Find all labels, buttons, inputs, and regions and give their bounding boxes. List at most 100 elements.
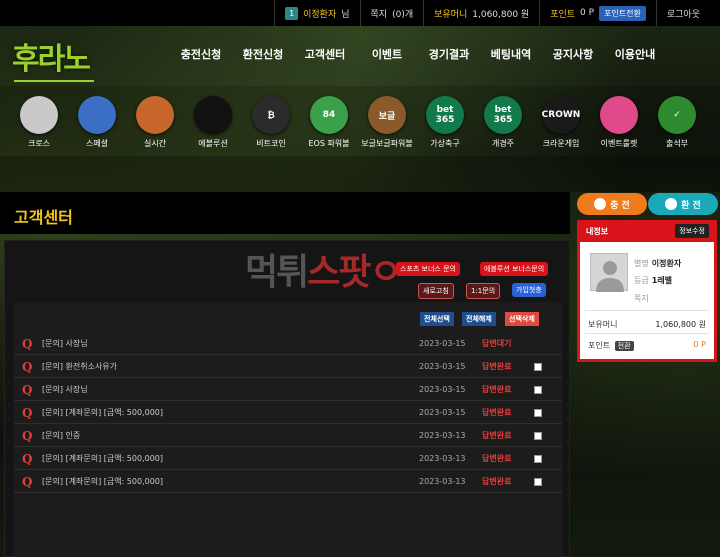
game-item[interactable]: 보글 보글보글파워볼 [361, 96, 413, 149]
soccer-ball-icon [78, 96, 116, 134]
row-subject[interactable]: [문의] [계좌문의] [금액: 500,000] [42, 407, 163, 418]
nickname-row: 별명 이정환자 [634, 258, 681, 269]
question-icon: Q [22, 336, 33, 351]
table-row[interactable]: Q [문의] [계좌문의] [금액: 500,000] 2023-03-15 답변완료 [14, 402, 562, 424]
row-subject[interactable]: [문의] 사장님 [42, 338, 88, 349]
my-info-title: 내정보 [586, 227, 609, 236]
charge-tab[interactable]: 충 전 [577, 193, 647, 215]
question-icon: Q [22, 428, 33, 443]
row-status: 답변완료 [482, 362, 512, 371]
refresh-button[interactable]: 새로고침 [418, 283, 454, 299]
nav-guide[interactable]: 이용안내 [604, 46, 666, 62]
game-label: 가상축구 [430, 139, 460, 148]
question-icon: Q [22, 474, 33, 489]
table-row[interactable]: Q [문의] 환전취소사유가 2023-03-15 답변완료 [14, 356, 562, 378]
sports-bonus-button[interactable]: 스포츠 보너스 문의 [396, 262, 460, 276]
row-checkbox[interactable] [534, 454, 542, 463]
row-status: 답변완료 [482, 385, 512, 394]
game-item[interactable]: 이벤트룰렛 [593, 96, 645, 149]
side-note-label: 쪽지 [634, 294, 649, 303]
note-link[interactable]: 쪽지 (0)개 [359, 0, 424, 26]
row-subject[interactable]: [문의] [계좌문의] [금액: 500,000] [42, 476, 163, 487]
calendar-check-icon: ✓ [658, 96, 696, 134]
point-value: 0 P [580, 8, 595, 18]
exchange-tab-label: 환 전 [681, 200, 701, 211]
nav-results[interactable]: 경기결과 [418, 46, 480, 62]
evolution-bonus-button[interactable]: 에볼루션 보너스문의 [480, 262, 549, 276]
game-item[interactable]: bet 365 가상축구 [419, 96, 471, 149]
nav-exchange[interactable]: 환전신청 [232, 46, 294, 62]
question-icon: Q [22, 359, 33, 374]
side-point-label: 포인트 [588, 341, 611, 350]
avatar [590, 253, 628, 292]
divider [585, 310, 709, 311]
row-status: 답변완료 [482, 408, 512, 417]
game-item[interactable]: 84 EOS 파워볼 [303, 96, 355, 149]
point-convert-button[interactable]: 포인트전환 [599, 5, 646, 21]
game-label: 에볼루션 [198, 139, 228, 148]
game-item[interactable]: 스페셜 [71, 96, 123, 149]
money-display: 보유머니 1,060,800 원 [423, 0, 539, 26]
game-item[interactable]: 실시간 [129, 96, 181, 149]
game-item[interactable]: ✓ 출석부 [651, 96, 703, 149]
point-display: 포인트 0 P 포인트전환 [539, 0, 656, 26]
user-silhouette-icon [596, 261, 624, 292]
my-info-header: 내정보 정보수정 [580, 220, 714, 242]
table-row[interactable]: Q [문의] [계좌문의] [금액: 500,000] 2023-03-13 답변완료 [14, 471, 562, 493]
watermark-logo: 먹튀스팟ㅇ [245, 243, 403, 295]
side-point-value: 0 P [693, 340, 706, 349]
exchange-tab[interactable]: 환 전 [648, 193, 718, 215]
row-checkbox[interactable] [534, 362, 542, 371]
row-subject[interactable]: [문의] [계좌문의] [금액: 500,000] [42, 453, 163, 464]
site-logo[interactable]: 후라노 [12, 34, 91, 78]
user-suffix: 님 [341, 9, 350, 20]
game-item[interactable]: 크로스 [13, 96, 65, 149]
nav-bet-history[interactable]: 베팅내역 [480, 46, 542, 62]
side-point-convert-button[interactable]: 전환 [614, 341, 634, 351]
powerball-84-icon: 84 [310, 96, 348, 134]
nav-charge[interactable]: 충전신청 [170, 46, 232, 62]
row-checkbox[interactable] [534, 477, 542, 486]
row-subject[interactable]: [문의] 사장님 [42, 384, 88, 395]
nav-event[interactable]: 이벤트 [356, 46, 418, 62]
delete-selected-button[interactable]: 선택삭제 [505, 312, 539, 326]
table-row[interactable]: Q [문의] 인증 2023-03-13 답변완료 [14, 425, 562, 447]
game-label: 이벤트룰렛 [600, 139, 638, 148]
game-item[interactable]: bet 365 개경주 [477, 96, 529, 149]
deselect-all-button[interactable]: 전체해제 [462, 312, 496, 326]
money-label: 보유머니 [434, 9, 468, 20]
charge-tab-label: 충 전 [610, 200, 630, 211]
basketball-icon [136, 96, 174, 134]
side-money-value: 1,060,800 원 [655, 320, 706, 329]
watermark-part1: 먹튀 [245, 252, 309, 293]
row-checkbox[interactable] [534, 408, 542, 417]
row-subject[interactable]: [문의] 환전취소사유가 [42, 361, 117, 372]
side-note-link[interactable]: 쪽지 [634, 293, 649, 304]
select-all-button[interactable]: 전체선택 [420, 312, 454, 326]
table-row[interactable]: Q [문의] 사장님 2023-03-15 답변대기 [14, 333, 562, 355]
game-item[interactable]: CROWN 크라운게임 [535, 96, 587, 149]
logout-link[interactable]: 로그아웃 [655, 0, 710, 26]
main-nav: 충전신청 환전신청 고객센터 이벤트 경기결과 베팅내역 공지사항 이용안내 [170, 46, 666, 62]
nav-notice[interactable]: 공지사항 [542, 46, 604, 62]
game-label: 개경주 [491, 139, 515, 148]
watermark-part2: 스팟 [307, 252, 371, 293]
game-label: 크로스 [27, 139, 51, 148]
row-date: 2023-03-15 [419, 408, 466, 417]
table-row[interactable]: Q [문의] 사장님 2023-03-15 답변완료 [14, 379, 562, 401]
game-label: EOS 파워볼 [308, 139, 350, 148]
game-item[interactable]: 에볼루션 [187, 96, 239, 149]
row-subject[interactable]: [문의] 인증 [42, 430, 80, 441]
game-item[interactable]: ₿ 비트코인 [245, 96, 297, 149]
row-checkbox[interactable] [534, 385, 542, 394]
edit-info-button[interactable]: 정보수정 [675, 224, 709, 238]
table-row[interactable]: Q [문의] [계좌문의] [금액: 500,000] 2023-03-13 답변완료 [14, 448, 562, 470]
header: 후라노 충전신청 환전신청 고객센터 이벤트 경기결과 베팅내역 공지사항 이용… [0, 26, 720, 86]
row-checkbox[interactable] [534, 431, 542, 440]
nickname-value: 이정환자 [651, 259, 682, 268]
signup-greeting-button[interactable]: 가입첫충 [512, 283, 546, 297]
nav-customer-center[interactable]: 고객센터 [294, 46, 356, 62]
note-count: (0)개 [392, 9, 414, 20]
charge-icon [594, 198, 607, 210]
one-to-one-button[interactable]: 1:1문의 [466, 283, 501, 299]
